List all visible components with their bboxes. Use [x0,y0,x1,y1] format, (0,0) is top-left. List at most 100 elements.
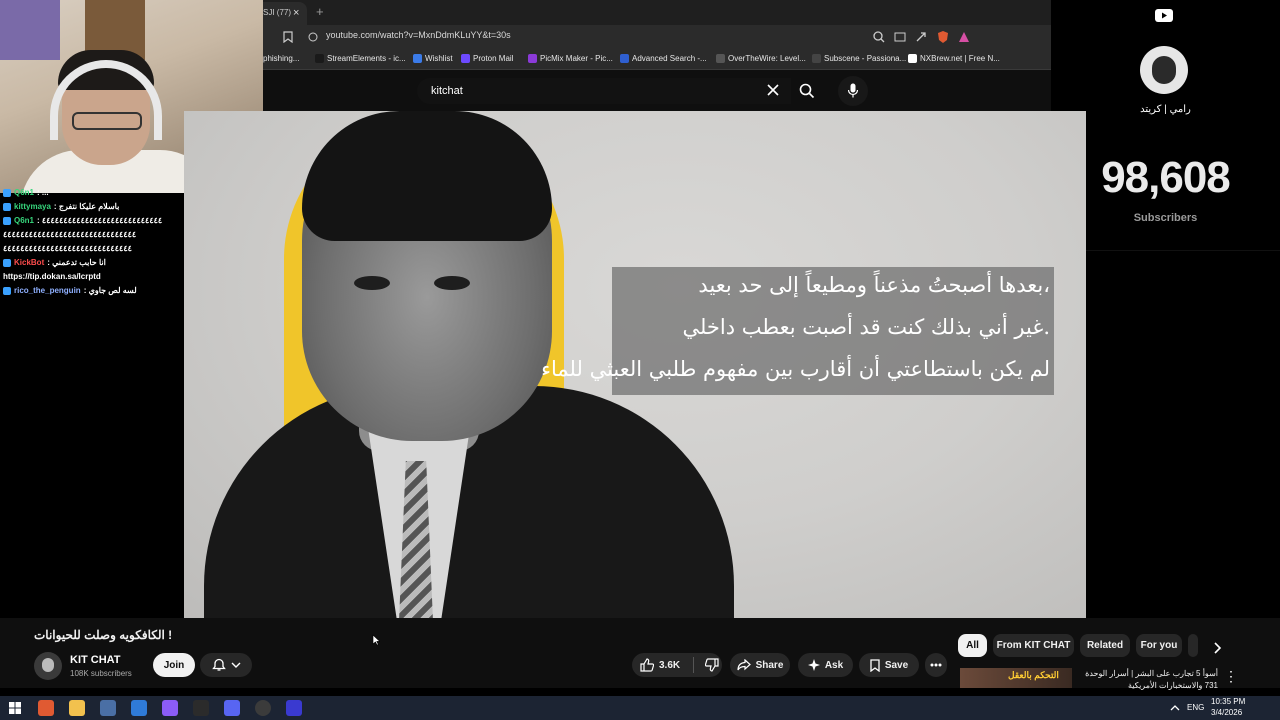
bookmark-label: Subscene - Passiona... [824,54,907,63]
youtube-header: kitchat [263,70,1051,111]
chip-overflow[interactable] [1188,634,1198,657]
chat-username[interactable]: Q6n1 [14,189,34,197]
chat-badge-icon [3,203,11,211]
chat-message: https://tip.dokan.sa/lcrptd [0,270,186,284]
search-icon[interactable] [799,83,815,99]
clock-date[interactable]: 3/4/2026 [1211,708,1242,717]
chevron-right-icon[interactable] [1214,642,1222,654]
bookmark-item[interactable]: PicMix Maker - Pic... [528,54,613,63]
obs-icon[interactable] [255,700,271,716]
bookmark-item[interactable]: StreamElements - ic... [315,54,406,63]
video-info-bar: الكافكويه وصلت للحيوانات ! KIT CHAT 108K… [0,618,1280,690]
save-button[interactable]: Save [859,653,919,677]
chat-text: https://tip.dokan.sa/lcrptd [3,272,101,281]
bookmark-favicon-icon [528,54,537,63]
clear-search-icon[interactable] [767,84,779,96]
chat-text: : ٤٤٤٤٤٤٤٤٤٤٤٤٤٤٤٤٤٤٤٤٤٤٤٤٤٤٤٤ [37,216,163,225]
zoom-icon[interactable] [873,31,885,43]
bookmark-item[interactable]: phishing... [263,54,299,63]
channel-name[interactable]: KIT CHAT [70,654,121,666]
bookmark-item[interactable]: Proton Mail [461,54,513,63]
more-actions-button[interactable] [925,653,947,677]
close-tab-icon[interactable]: × [293,7,299,19]
windows-start-icon[interactable] [9,702,21,714]
chat-username[interactable]: rico_the_penguin [14,287,81,295]
youtube-logo-icon [1155,9,1173,22]
brave-shields-icon[interactable] [936,30,950,44]
chip-for-you[interactable]: For you [1136,634,1182,657]
share-button[interactable]: Share [730,653,790,677]
bookmark-item[interactable]: Advanced Search -... [620,54,707,63]
chat-message: rico_the_penguin: لسه لص جاوي [0,284,186,298]
chat-message: kittymaya: باسلام عليكا نتفرج [0,200,186,214]
bookmark-label: OverTheWire: Level... [728,54,806,63]
chat-message: Q6n1: ... [0,186,186,200]
chat-text: : لسه لص جاوي [83,286,137,295]
thumbs-down-icon[interactable] [705,658,719,672]
voice-search-button[interactable] [838,76,868,106]
notification-bell-button[interactable] [200,653,252,677]
bookmark-item[interactable]: OverTheWire: Level... [716,54,806,63]
search-input[interactable]: kitchat [417,78,791,104]
recommendation-title[interactable]: أسوأ 5 تجارب على البشر | أسرار الوحدة 73… [1078,668,1218,692]
video-title: الكافكويه وصلت للحيوانات ! [34,628,173,642]
portrait-eye-right [434,276,470,290]
new-tab-icon[interactable]: + [316,4,324,19]
clock-time[interactable]: 10:35 PM [1211,697,1245,706]
edge-app-icon[interactable] [100,700,116,716]
chip-related[interactable]: Related [1080,634,1130,657]
language-indicator[interactable]: ENG [1187,703,1204,712]
bookmark-item[interactable]: Subscene - Passiona... [812,54,906,63]
save-label: Save [884,659,909,671]
recommendation-thumbnail[interactable]: التحكم بالعقل [960,668,1072,688]
bookmark-label: Proton Mail [473,54,514,63]
quote-line: .غير أني بذلك كنت قد أصبت بعطب داخلي [682,315,1050,339]
store-icon[interactable] [131,700,147,716]
channel-avatar-small[interactable] [34,652,62,680]
thumbs-up-icon[interactable] [640,658,654,672]
quote-overlay: ،بعدها أصبحتُ مذعناً ومطيعاً إلى حد بعيد… [541,267,1054,395]
video-player[interactable]: ،بعدها أصبحتُ مذعناً ومطيعاً إلى حد بعيد… [184,111,1086,618]
bookmark-label: PicMix Maker - Pic... [540,54,613,63]
browser-tab[interactable]: SJI (77) × [263,2,307,25]
chat-text: ٤٤٤٤٤٤٤٤٤٤٤٤٤٤٤٤٤٤٤٤٤٤٤٤٤٤٤٤٤٤ [3,244,132,253]
chat-username[interactable]: Q6n1 [14,217,34,225]
save-bookmark-icon [870,658,880,672]
brave-rewards-icon[interactable] [958,30,970,44]
bookmark-favicon-icon [620,54,629,63]
cast-icon[interactable] [894,32,906,42]
url-text[interactable]: youtube.com/watch?v=MxnDdmKLuYY&t=30s [326,30,511,40]
microphone-icon [848,83,858,98]
site-info-icon[interactable] [308,32,318,42]
like-dislike-group: 3.6K [632,653,722,677]
like-count[interactable]: 3.6K [659,660,680,671]
share-page-icon[interactable] [915,31,927,43]
chip-from-channel[interactable]: From KIT CHAT [993,634,1074,657]
chat-text: : باسلام عليكا نتفرج [53,202,120,211]
media-player-icon[interactable] [286,700,302,716]
discord-icon[interactable] [224,700,240,716]
tab-label: SJI (77) [263,8,292,17]
app-icon[interactable] [193,700,209,716]
join-button[interactable]: Join [153,653,195,677]
bookmark-item[interactable]: Wishlist [413,54,453,63]
file-explorer-icon[interactable] [69,700,85,716]
bookmark-favicon-icon [315,54,324,63]
wall-poster-left [0,0,60,60]
chip-all[interactable]: All [958,634,987,657]
chevron-up-icon[interactable] [1170,704,1180,712]
channel-avatar [1140,46,1188,94]
address-bar: youtube.com/watch?v=MxnDdmKLuYY&t=30s [263,25,1051,49]
bookmark-icon[interactable] [283,31,293,43]
bookmark-favicon-icon [413,54,422,63]
brave-browser-icon[interactable] [38,700,54,716]
chat-username[interactable]: kittymaya [14,203,51,211]
chat-username[interactable]: KickBot [14,259,44,267]
recommendation-more-icon[interactable]: ⋮ [1224,668,1238,685]
twitch-icon[interactable] [162,700,178,716]
ask-button[interactable]: Ask [798,653,853,677]
channel-subscribers: 108K subscribers [70,669,132,678]
bookmark-item[interactable]: NXBrew.net | Free N... [908,54,1000,63]
bookmark-label: StreamElements - ic... [327,54,406,63]
bookmark-label: NXBrew.net | Free N... [920,54,1000,63]
